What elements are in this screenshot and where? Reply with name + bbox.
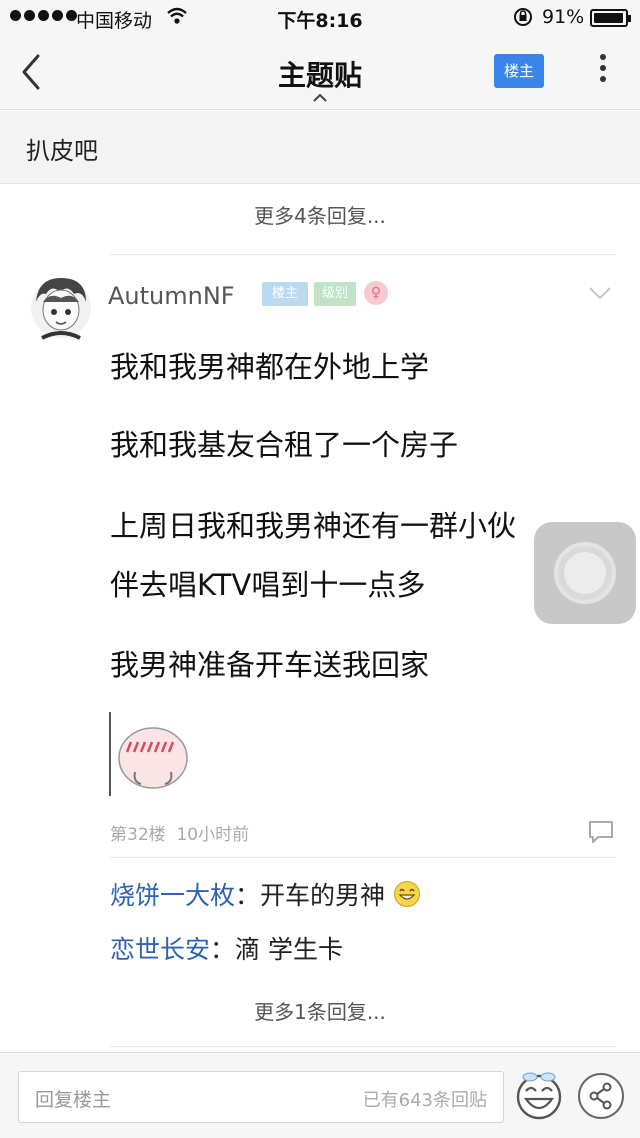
reply-username[interactable]: 恋世长安 bbox=[110, 935, 210, 964]
reply-username[interactable]: 烧饼一大枚 bbox=[110, 881, 235, 910]
forum-name[interactable]: 扒皮吧 bbox=[26, 131, 98, 166]
reply-text: 滴 学生卡 bbox=[235, 935, 343, 964]
reply-separator: ： bbox=[235, 881, 261, 910]
reply-separator: ： bbox=[210, 935, 236, 964]
battery-percent: 91% bbox=[542, 6, 585, 28]
divider bbox=[110, 1046, 614, 1047]
reply-placeholder: 回复楼主 bbox=[35, 1089, 112, 1111]
post-line: 我和我男神都在外地上学 bbox=[110, 350, 430, 384]
post-line: 我男神准备开车送我回家 bbox=[110, 648, 430, 682]
divider bbox=[110, 254, 614, 255]
status-bar: 中国移动 下午8:16 91% bbox=[0, 0, 640, 36]
more-vertical-icon[interactable] bbox=[594, 54, 612, 90]
share-icon[interactable] bbox=[578, 1073, 624, 1119]
reply-count: 已有643条回贴 bbox=[362, 1090, 487, 1111]
blushing-sticker-image[interactable] bbox=[109, 712, 195, 796]
rotation-lock-icon bbox=[512, 6, 534, 33]
only-op-button[interactable]: 楼主 bbox=[494, 54, 544, 88]
emoji-icon[interactable] bbox=[514, 1067, 564, 1123]
post-meta: 第32楼 10小时前 bbox=[110, 820, 249, 845]
nav-bar: 主题贴 楼主 bbox=[0, 36, 640, 110]
chevron-down-icon[interactable] bbox=[588, 285, 612, 300]
op-badge: 楼主 bbox=[262, 282, 308, 306]
level-badge: 级别 bbox=[314, 282, 356, 306]
reply-item[interactable]: 烧饼一大枚：开车的男神 bbox=[110, 876, 421, 912]
more-replies-bottom-link[interactable]: 更多1条回复... bbox=[0, 996, 640, 1025]
avatar[interactable] bbox=[30, 272, 92, 344]
battery-icon bbox=[590, 9, 631, 27]
reply-input[interactable]: 回复楼主 已有643条回贴 bbox=[18, 1071, 504, 1123]
reply-text: 开车的男神 bbox=[260, 881, 386, 910]
post-time: 10小时前 bbox=[176, 825, 250, 845]
post-line: 上周日我和我男神还有一群小伙 bbox=[110, 509, 517, 543]
bottom-bar: 回复楼主 已有643条回贴 bbox=[0, 1052, 640, 1138]
reply-item[interactable]: 恋世长安：滴 学生卡 bbox=[110, 930, 343, 966]
post-line: 伴去唱KTV唱到十一点多 bbox=[110, 568, 426, 602]
female-icon: ♀ bbox=[364, 281, 388, 305]
caret-up-icon[interactable] bbox=[312, 88, 328, 102]
smile-emoji-icon bbox=[393, 880, 421, 908]
comment-icon[interactable] bbox=[588, 820, 614, 844]
floor-number: 第32楼 bbox=[110, 825, 166, 845]
assistive-touch-button[interactable] bbox=[534, 522, 636, 624]
more-replies-top-link[interactable]: 更多4条回复... bbox=[0, 200, 640, 229]
post-line: 我和我基友合租了一个房子 bbox=[110, 428, 459, 462]
forum-bar[interactable]: 扒皮吧 bbox=[0, 111, 640, 184]
post-username[interactable]: AutumnNF bbox=[108, 282, 235, 310]
divider bbox=[110, 857, 614, 858]
